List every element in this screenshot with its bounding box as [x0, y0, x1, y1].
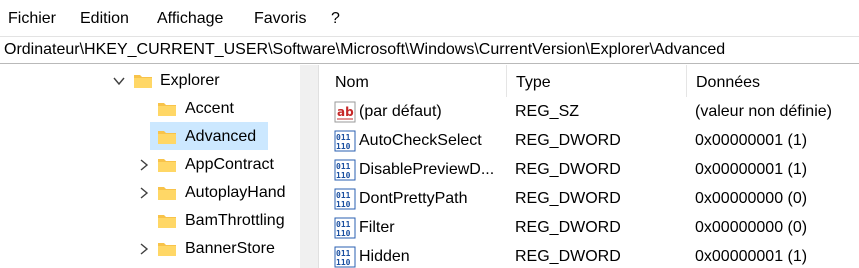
address-bar[interactable]: Ordinateur\HKEY_CURRENT_USER\Software\Mi… — [0, 36, 859, 64]
tree-scrollbar[interactable] — [300, 65, 318, 268]
value-name[interactable]: DontPrettyPath — [359, 190, 468, 208]
value-data: 0x00000000 (0) — [695, 219, 808, 236]
menu-edition[interactable]: Edition — [72, 0, 137, 36]
value-data: 0x00000001 (1) — [695, 248, 808, 265]
svg-text:ab: ab — [337, 105, 354, 119]
value-name[interactable]: DisablePreviewD... — [359, 161, 507, 179]
svg-text:110: 110 — [336, 258, 351, 267]
value-data: 0x00000001 (1) — [695, 132, 808, 149]
value-data: (valeur non définie) — [695, 103, 832, 120]
value-type: REG_DWORD — [515, 132, 621, 149]
menu-affichage[interactable]: Affichage — [149, 0, 231, 36]
tree-item-bannerstore[interactable]: BannerStore — [185, 240, 275, 258]
value-data: 0x00000001 (1) — [695, 161, 808, 178]
tree-item-advanced[interactable]: Advanced — [185, 128, 256, 146]
tree-item-bamthrottling[interactable]: BamThrottling — [185, 212, 295, 230]
dword-value-icon: 011 110 — [334, 130, 356, 152]
chevron-right-icon[interactable] — [137, 186, 151, 200]
menu-fichier[interactable]: Fichier — [0, 0, 68, 36]
folder-icon — [158, 243, 176, 256]
value-name[interactable]: Filter — [359, 219, 395, 237]
menu-bar: Fichier Edition Affichage Favoris ? — [0, 0, 859, 36]
svg-text:011: 011 — [336, 133, 351, 142]
value-name[interactable]: Hidden — [359, 248, 410, 266]
tree-item-appcontract[interactable]: AppContract — [185, 156, 274, 174]
svg-text:011: 011 — [336, 191, 351, 200]
pane-splitter[interactable] — [318, 65, 326, 268]
value-data: 0x00000000 (0) — [695, 190, 808, 207]
menu-favoris[interactable]: Favoris — [246, 0, 314, 36]
value-type: REG_DWORD — [515, 161, 621, 178]
folder-icon — [158, 159, 176, 172]
chevron-down-icon[interactable] — [112, 74, 126, 88]
svg-text:011: 011 — [336, 162, 351, 171]
address-path[interactable]: Ordinateur\HKEY_CURRENT_USER\Software\Mi… — [4, 41, 725, 59]
value-type: REG_SZ — [515, 103, 580, 120]
folder-icon — [158, 131, 176, 144]
string-value-icon: ab — [334, 101, 356, 123]
chevron-right-icon[interactable] — [137, 242, 151, 256]
menu-help[interactable]: ? — [323, 0, 348, 36]
tree-item-explorer[interactable]: Explorer — [160, 72, 220, 90]
dword-value-icon: 011 110 — [334, 246, 356, 268]
column-header-type[interactable]: Type — [507, 65, 687, 97]
value-type: REG_DWORD — [515, 190, 621, 207]
folder-icon — [158, 187, 176, 200]
value-type: REG_DWORD — [515, 219, 621, 236]
svg-text:110: 110 — [336, 171, 351, 180]
svg-text:110: 110 — [336, 200, 351, 209]
value-name[interactable]: AutoCheckSelect — [359, 132, 482, 150]
svg-text:110: 110 — [336, 229, 351, 238]
svg-text:011: 011 — [336, 249, 351, 258]
tree-item-accent[interactable]: Accent — [185, 100, 234, 118]
chevron-right-icon[interactable] — [137, 158, 151, 172]
dword-value-icon: 011 110 — [334, 217, 356, 239]
tree-item-autoplayhand[interactable]: AutoplayHand — [185, 184, 295, 202]
dword-value-icon: 011 110 — [334, 159, 356, 181]
dword-value-icon: 011 110 — [334, 188, 356, 210]
folder-icon — [158, 215, 176, 228]
svg-text:110: 110 — [336, 142, 351, 151]
column-header-data[interactable]: Données — [687, 65, 859, 97]
folder-icon — [158, 103, 176, 116]
value-type: REG_DWORD — [515, 248, 621, 265]
column-header-name[interactable]: Nom — [326, 65, 507, 97]
value-name[interactable]: (par défaut) — [359, 103, 442, 121]
svg-text:011: 011 — [336, 220, 351, 229]
folder-icon — [134, 75, 152, 88]
